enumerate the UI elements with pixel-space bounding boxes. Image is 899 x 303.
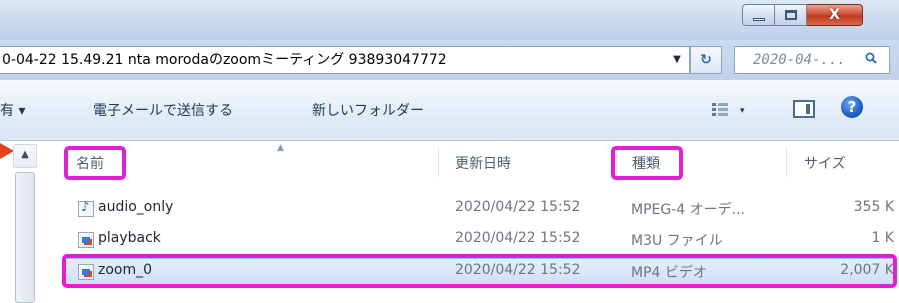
highlight-name-column <box>64 146 126 180</box>
command-bar: 有 ▾ 電子メールで送信する 新しいフォルダー ▾ ? <box>0 80 899 141</box>
file-size: 355 K <box>853 199 894 215</box>
file-name: playback <box>98 230 161 246</box>
preview-pane-icon[interactable] <box>793 100 815 118</box>
highlight-type-column <box>611 146 683 180</box>
column-divider[interactable] <box>438 147 439 177</box>
address-dropdown-icon[interactable]: ▼ <box>664 46 690 74</box>
organize-menu[interactable]: 有 ▾ <box>0 100 25 120</box>
playlist-file-icon <box>78 232 94 248</box>
file-date: 2020/04/22 15:52 <box>455 199 581 215</box>
refresh-button[interactable]: ↻ <box>690 46 722 74</box>
help-icon[interactable]: ? <box>841 96 863 118</box>
file-date: 2020/04/22 15:52 <box>455 230 581 246</box>
column-date-header[interactable]: 更新日時 <box>455 153 511 173</box>
file-row[interactable]: audio_only 2020/04/22 15:52 MPEG-4 オーデ..… <box>64 196 894 221</box>
maximize-icon <box>785 10 797 20</box>
title-bar: X <box>0 0 899 40</box>
column-size-header[interactable]: サイズ <box>804 153 846 173</box>
close-button[interactable]: X <box>807 4 863 26</box>
file-name: audio_only <box>98 199 174 215</box>
minimize-button[interactable] <box>742 4 775 26</box>
file-row[interactable]: playback 2020/04/22 15:52 M3U ファイル 1 K <box>64 227 894 252</box>
scrollbar-thumb[interactable] <box>15 172 35 303</box>
close-icon: X <box>829 7 840 23</box>
maximize-button[interactable] <box>775 4 807 26</box>
address-row: 0-04-22 15.49.21 nta morodaのzoomミーティング 9… <box>0 40 899 80</box>
file-type: M3U ファイル <box>631 233 723 249</box>
scroll-up-button[interactable]: ▲ <box>13 144 37 168</box>
file-type: MPEG-4 オーデ... <box>631 202 745 218</box>
sort-ascending-icon: ▲ <box>277 143 284 153</box>
address-bar[interactable]: 0-04-22 15.49.21 nta morodaのzoomミーティング 9… <box>0 46 690 74</box>
file-size: 1 K <box>871 230 894 246</box>
new-folder-button[interactable]: 新しいフォルダー <box>312 100 424 120</box>
audio-file-icon <box>78 200 94 217</box>
views-icon[interactable] <box>712 102 728 116</box>
annotation-arrow <box>0 143 14 159</box>
search-icon[interactable] <box>865 52 877 64</box>
views-dropdown-icon[interactable]: ▾ <box>740 106 745 116</box>
column-divider[interactable] <box>786 147 787 177</box>
highlight-selected-row <box>62 254 897 288</box>
column-header-row: ▲ 名前 更新日時 種類 サイズ <box>56 141 899 181</box>
email-button[interactable]: 電子メールで送信する <box>93 100 233 120</box>
minimize-icon <box>753 18 765 21</box>
